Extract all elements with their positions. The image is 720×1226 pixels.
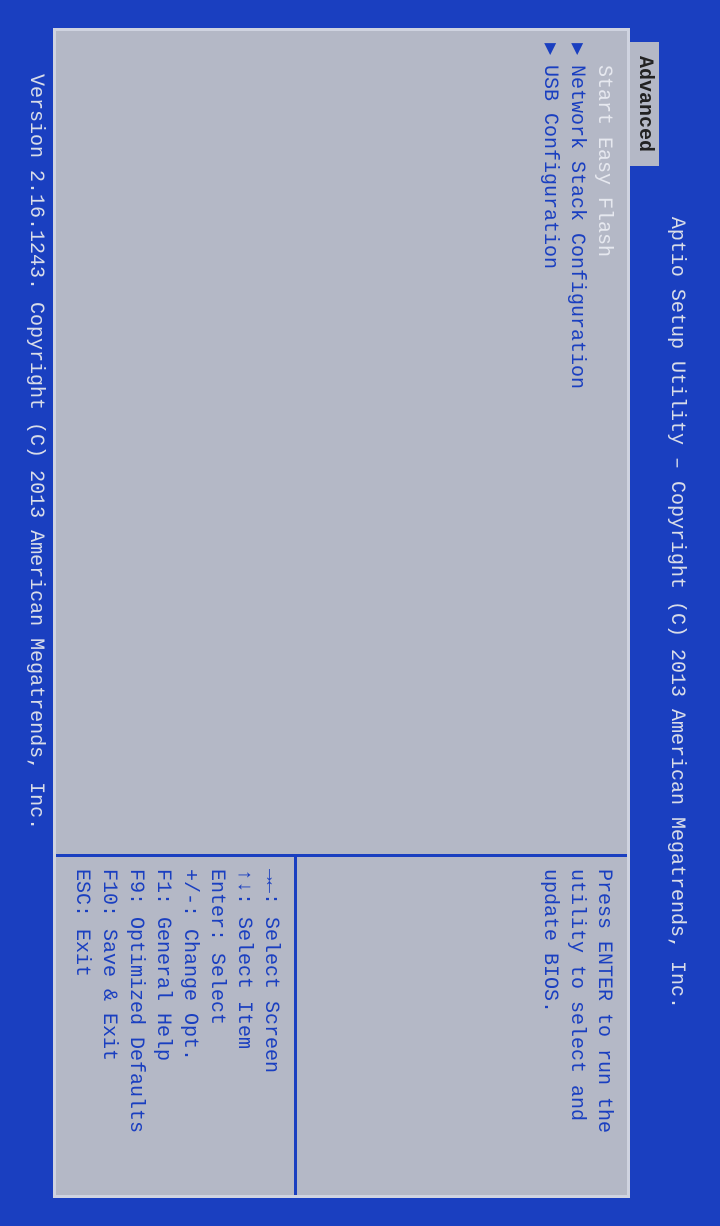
menu-item-label: Start Easy Flash — [590, 65, 617, 257]
submenu-marker-icon: ▶ — [536, 43, 563, 65]
menu-list: Start Easy Flash ▶ Network Stack Configu… — [56, 31, 627, 857]
tab-row: Advanced — [630, 28, 659, 1198]
help-area: Press ENTER to run the utility to select… — [294, 857, 627, 1195]
key-hint: ESC: Exit — [68, 869, 95, 1183]
help-text: Press ENTER to run the utility to select… — [536, 869, 617, 1183]
menu-item-usb-config[interactable]: ▶ USB Configuration — [536, 43, 563, 842]
keys-area: →←: Select Screen ↑↓: Select Item Enter:… — [56, 857, 294, 1195]
bios-screen: Aptio Setup Utility – Copyright (C) 2013… — [0, 0, 720, 1226]
key-hint: →←: Select Screen — [257, 869, 284, 1183]
key-hint: Enter: Select — [203, 869, 230, 1183]
main-panel: Start Easy Flash ▶ Network Stack Configu… — [53, 28, 630, 1198]
tab-advanced[interactable]: Advanced — [630, 42, 659, 166]
rotated-wrapper: Aptio Setup Utility – Copyright (C) 2013… — [0, 0, 720, 1226]
title-bar: Aptio Setup Utility – Copyright (C) 2013… — [659, 28, 690, 1198]
menu-item-network-stack[interactable]: ▶ Network Stack Configuration — [563, 43, 590, 842]
key-hint: ↑↓: Select Item — [230, 869, 257, 1183]
footer-bar: Version 2.16.1243. Copyright (C) 2013 Am… — [24, 28, 53, 1198]
key-hint: F10: Save & Exit — [95, 869, 122, 1183]
key-hint: F9: Optimized Defaults — [122, 869, 149, 1183]
submenu-marker-icon: ▶ — [563, 43, 590, 65]
key-hint: +/-: Change Opt. — [176, 869, 203, 1183]
menu-item-label: Network Stack Configuration — [563, 65, 590, 389]
side-panel: Press ENTER to run the utility to select… — [56, 857, 627, 1195]
menu-item-start-easy-flash[interactable]: Start Easy Flash — [590, 43, 617, 842]
key-hint: F1: General Help — [149, 869, 176, 1183]
menu-item-label: USB Configuration — [536, 65, 563, 269]
